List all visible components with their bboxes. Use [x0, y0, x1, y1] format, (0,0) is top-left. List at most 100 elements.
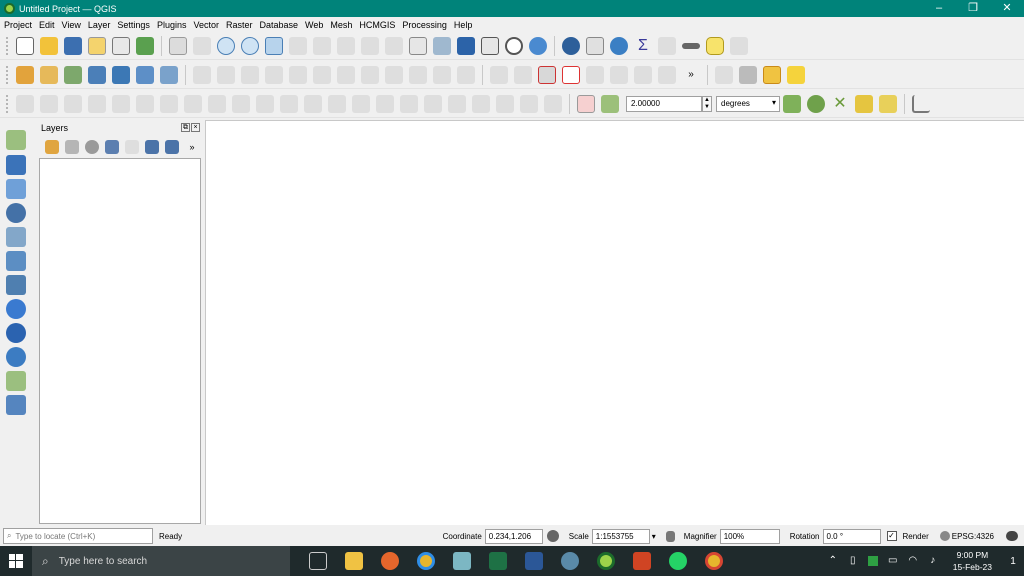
map-canvas[interactable] — [205, 120, 1024, 525]
add-ellipse-icon[interactable] — [88, 94, 106, 113]
menu-project[interactable]: Project — [4, 20, 32, 30]
menu-plugins[interactable]: Plugins — [157, 20, 187, 30]
select-by-value-icon[interactable] — [739, 65, 757, 84]
filter-by-expression-icon[interactable] — [125, 140, 139, 154]
measure-line-icon[interactable] — [682, 42, 700, 49]
new-map-view-icon[interactable] — [409, 36, 427, 55]
split-features-icon[interactable] — [424, 94, 442, 113]
render-checkbox[interactable]: ✓ — [886, 531, 897, 541]
undo-icon[interactable] — [433, 65, 451, 84]
start-button[interactable] — [0, 546, 32, 576]
toolbar-grip[interactable] — [6, 65, 10, 84]
powerpoint-icon[interactable] — [633, 552, 651, 570]
show-bookmarks-icon[interactable] — [481, 36, 499, 55]
move-feature-icon[interactable] — [160, 94, 178, 113]
collapse-all-icon[interactable] — [165, 140, 179, 154]
restore-button[interactable]: ❐ — [956, 0, 990, 17]
vertex-tool-icon[interactable] — [289, 65, 307, 84]
menu-help[interactable]: Help — [454, 20, 473, 30]
topological-editing-icon[interactable] — [783, 94, 801, 113]
chrome-icon[interactable] — [417, 552, 435, 570]
scale-dropdown-icon[interactable]: ▾ — [652, 532, 656, 541]
locator-search-icon[interactable] — [730, 36, 748, 55]
qgis-desktop-icon[interactable] — [561, 552, 579, 570]
modify-attributes-icon[interactable] — [313, 65, 331, 84]
new-3d-map-view-icon[interactable] — [433, 36, 451, 55]
new-geopackage-layer-icon[interactable] — [40, 65, 58, 84]
lock-scale-icon[interactable] — [665, 530, 675, 542]
add-postgis-layer-icon[interactable] — [6, 275, 26, 295]
change-label-icon[interactable] — [634, 65, 652, 84]
pin-labels-icon[interactable] — [514, 65, 532, 84]
delete-part-icon[interactable] — [328, 94, 346, 113]
new-shapefile-layer-icon[interactable] — [64, 65, 82, 84]
layout-manager-icon[interactable] — [112, 36, 130, 55]
excel-icon[interactable] — [489, 552, 507, 570]
add-raster-layer-icon[interactable] — [136, 65, 154, 84]
taskbar-search-box[interactable]: ⌕ Type here to search — [32, 546, 290, 576]
manage-map-themes-icon[interactable] — [85, 140, 99, 154]
zoom-native-icon[interactable] — [337, 36, 355, 55]
scale-field[interactable]: 1:1553755 — [591, 528, 650, 544]
menu-web[interactable]: Web — [305, 20, 323, 30]
qgis-active-icon[interactable] — [597, 552, 615, 570]
app-icon[interactable] — [453, 552, 471, 570]
pan-hand-icon[interactable] — [169, 36, 187, 55]
settings-gear-icon[interactable] — [610, 36, 628, 55]
snapping-intersection-icon[interactable] — [807, 94, 825, 113]
zoom-out-icon[interactable] — [241, 36, 259, 55]
menu-edit[interactable]: Edit — [39, 20, 55, 30]
menu-mesh[interactable]: Mesh — [330, 20, 352, 30]
toggle-extents-icon[interactable] — [546, 530, 559, 542]
zoom-to-layer-icon[interactable] — [313, 36, 331, 55]
tracing-icon[interactable] — [879, 94, 897, 113]
layer-labeling-icon[interactable] — [538, 65, 556, 84]
rotate-label-icon[interactable] — [610, 65, 628, 84]
task-view-icon[interactable] — [309, 552, 327, 570]
redo-icon[interactable] — [457, 65, 475, 84]
reverse-line-icon[interactable] — [400, 94, 418, 113]
new-bookmark-icon[interactable] — [457, 36, 475, 55]
battery-icon[interactable]: ▭ — [888, 556, 898, 566]
new-virtual-layer-icon[interactable] — [112, 65, 130, 84]
add-wfs-layer-icon[interactable] — [6, 347, 26, 367]
menu-view[interactable]: View — [62, 20, 81, 30]
add-part-icon[interactable] — [256, 94, 274, 113]
new-print-layout-icon[interactable] — [88, 36, 106, 55]
float-panel-button[interactable]: ⧉ — [181, 123, 190, 132]
menu-vector[interactable]: Vector — [193, 20, 219, 30]
chevron-up-icon[interactable]: ⌃ — [828, 556, 838, 566]
fill-ring-icon[interactable] — [280, 94, 298, 113]
simplify-feature-icon[interactable] — [208, 94, 226, 113]
temporal-controller-icon[interactable] — [505, 36, 523, 55]
label-tool-icon[interactable] — [490, 65, 508, 84]
open-project-icon[interactable] — [40, 36, 58, 55]
toolbar-grip[interactable] — [6, 36, 10, 55]
more-tools-icon[interactable]: » — [682, 66, 700, 84]
text-annotation-icon[interactable] — [787, 65, 805, 84]
menu-database[interactable]: Database — [260, 20, 299, 30]
open-layer-styling-icon[interactable] — [45, 140, 59, 154]
clock[interactable]: 9:00 PM 15-Feb-23 — [953, 549, 992, 573]
pan-to-selection-icon[interactable] — [193, 36, 211, 55]
statistics-sigma-icon[interactable]: Σ — [634, 37, 652, 55]
firefox-icon[interactable] — [381, 552, 399, 570]
style-manager-icon[interactable] — [136, 36, 154, 55]
delete-ring-icon[interactable] — [304, 94, 322, 113]
coordinate-field[interactable]: 0.234,1.206 — [484, 528, 543, 544]
menu-processing[interactable]: Processing — [402, 20, 447, 30]
rotate-feature-icon[interactable] — [184, 94, 202, 113]
close-panel-button[interactable]: × — [191, 123, 200, 132]
new-project-icon[interactable] — [16, 36, 34, 55]
chrome-profile-icon[interactable] — [705, 552, 723, 570]
paste-features-icon[interactable] — [409, 65, 427, 84]
add-line-icon[interactable] — [40, 94, 58, 113]
add-geopackage-layer-icon[interactable] — [6, 227, 26, 247]
menu-hcmgis[interactable]: HCMGIS — [359, 20, 395, 30]
minimize-button[interactable]: – — [922, 0, 956, 17]
zoom-to-selection-icon[interactable] — [289, 36, 307, 55]
new-spatialite-layer-icon[interactable] — [88, 65, 106, 84]
snapping-mode-icon[interactable] — [601, 94, 619, 113]
layers-tree[interactable] — [39, 158, 201, 524]
zoom-full-icon[interactable] — [265, 36, 283, 55]
